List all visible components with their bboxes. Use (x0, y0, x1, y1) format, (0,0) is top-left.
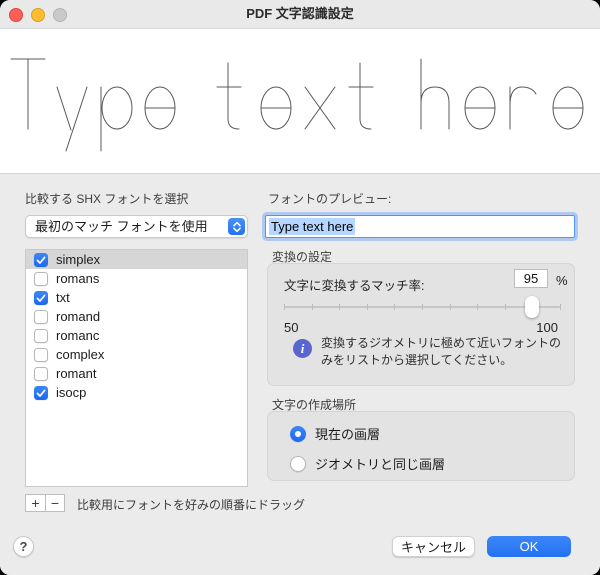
slider-min-label: 50 (284, 320, 299, 335)
window-title: PDF 文字認識設定 (246, 6, 354, 21)
percent-label: % (556, 273, 568, 288)
slider-tick (339, 304, 341, 310)
drag-order-hint: 比較用にフォントを好みの順番にドラッグ (77, 498, 306, 512)
add-font-button[interactable]: + (25, 494, 45, 512)
slider-tick (477, 304, 479, 310)
match-rate-slider[interactable] (284, 296, 561, 318)
font-name-label: romand (56, 309, 101, 324)
checkbox-unchecked-icon[interactable] (34, 271, 48, 286)
font-list-item-txt[interactable]: txt (26, 288, 247, 307)
ok-button[interactable]: OK (487, 536, 571, 557)
radio-option-current-layer[interactable]: 現在の画層 (290, 424, 380, 443)
font-list-item-simplex[interactable]: simplex (26, 250, 247, 269)
font-list-item-isocp[interactable]: isocp (26, 383, 247, 402)
font-name-label: romans (56, 271, 100, 286)
slider-thumb[interactable] (525, 296, 540, 318)
checkbox-unchecked-icon[interactable] (34, 328, 48, 343)
slider-tick (504, 304, 506, 310)
dropdown-selected-value: 最初のマッチ フォントを使用 (35, 219, 208, 234)
font-list-item-complex[interactable]: complex (26, 345, 247, 364)
checkbox-checked-icon[interactable] (34, 385, 48, 400)
info-message: 変換するジオメトリに極めて近いフォントのみをリストから選択してください。 (321, 336, 562, 367)
font-name-label: txt (56, 290, 70, 305)
slider-tick (284, 304, 285, 310)
radio-label: 現在の画層 (315, 427, 381, 442)
radio-option-geometry-layer[interactable]: ジオメトリと同じ画層 (290, 454, 445, 473)
radio-button-icon[interactable] (290, 425, 306, 442)
checkbox-unchecked-icon[interactable] (34, 347, 48, 362)
slider-max-label: 100 (536, 320, 558, 335)
text-placement-group: 現在の画層 ジオメトリと同じ画層 (267, 411, 575, 481)
match-rate-field[interactable]: 95 (514, 269, 548, 288)
chevron-up-down-icon[interactable] (228, 218, 245, 235)
font-list-item-romanc[interactable]: romanc (26, 326, 247, 345)
main-panel: 比較する SHX フォントを選択 最初のマッチ フォントを使用 simplex r… (0, 173, 600, 575)
info-icon: i (293, 339, 312, 358)
radio-label: ジオメトリと同じ画層 (315, 457, 446, 472)
font-list-item-romand[interactable]: romand (26, 307, 247, 326)
remove-font-button[interactable]: − (45, 494, 65, 512)
dialog-window: PDF 文字認識設定 比較する SHX フォントを選択 最初のマッチ フォントを… (0, 0, 600, 575)
selected-text: Type text here (269, 218, 356, 235)
conversion-settings-group: 文字に変換するマッチ率: 95 % 50 100 i 変換するジオメトリに極めて… (267, 263, 575, 386)
font-name-label: simplex (56, 252, 101, 267)
slider-tick (422, 304, 423, 310)
slider-tick (366, 304, 368, 310)
slider-tick (311, 304, 313, 310)
font-name-label: isocp (56, 385, 87, 400)
titlebar: PDF 文字認識設定 (0, 0, 600, 29)
font-preview-input[interactable]: Type text here (265, 215, 575, 238)
match-rate-label: 文字に変換するマッチ率: (284, 279, 425, 293)
font-name-label: romanc (56, 328, 100, 343)
slider-tick (449, 304, 451, 310)
font-list-item-romans[interactable]: romans (26, 269, 247, 288)
font-list[interactable]: simplex romans txt romand romanc complex roman… (25, 249, 248, 487)
slider-tick (394, 304, 396, 310)
stroke-text-canvas (10, 58, 584, 152)
font-preview-label: フォントのプレビュー: (268, 192, 392, 206)
font-list-item-romant[interactable]: romant (26, 364, 247, 383)
checkbox-checked-icon[interactable] (34, 252, 48, 267)
font-name-label: romant (56, 366, 97, 381)
cancel-button[interactable]: キャンセル (392, 536, 475, 557)
match-font-dropdown[interactable]: 最初のマッチ フォントを使用 (25, 215, 248, 238)
radio-button-icon[interactable] (290, 455, 306, 472)
checkbox-unchecked-icon[interactable] (34, 309, 48, 324)
checkbox-unchecked-icon[interactable] (34, 366, 48, 381)
font-name-label: complex (56, 347, 105, 362)
list-edit-segmented-control: + − (25, 494, 65, 512)
slider-tick (560, 304, 561, 310)
font-select-label: 比較する SHX フォントを選択 (25, 192, 189, 206)
checkbox-checked-icon[interactable] (34, 290, 48, 305)
shx-stroke-preview (0, 29, 600, 173)
help-button[interactable]: ? (13, 536, 34, 557)
